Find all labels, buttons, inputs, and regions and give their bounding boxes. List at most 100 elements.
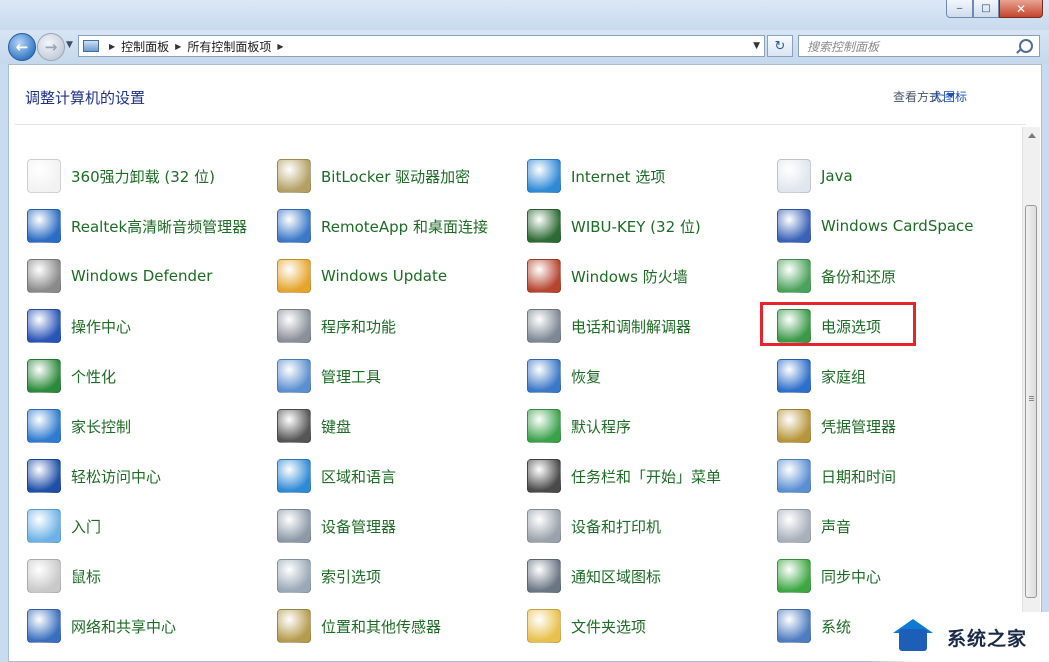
control-panel-item[interactable]: 设备管理器 (277, 506, 396, 546)
watermark-text: 系统之家 (947, 627, 1028, 650)
control-panel-item[interactable]: 键盘 (277, 406, 351, 446)
control-panel-item[interactable]: 管理工具 (277, 356, 381, 396)
audio-manager-icon (27, 209, 61, 243)
close-button[interactable]: ✕ (999, 0, 1043, 18)
control-panel-item[interactable]: RemoteApp 和桌面连接 (277, 206, 488, 246)
item-label: 位置和其他传感器 (321, 617, 442, 636)
breadcrumb-arrow-icon[interactable]: ▶ (175, 42, 181, 51)
control-panel-item[interactable]: 位置和其他传感器 (277, 606, 441, 646)
item-label: 凭据管理器 (821, 417, 897, 436)
refresh-button[interactable]: ↻ (767, 35, 793, 57)
breadcrumb-arrow-icon[interactable]: ▶ (277, 42, 283, 51)
control-panel-item[interactable]: BitLocker 驱动器加密 (277, 156, 470, 196)
location-sensor-icon (277, 609, 311, 643)
control-panel-item[interactable]: 同步中心 (777, 556, 881, 596)
item-label: 鼠标 (71, 567, 102, 586)
control-panel-item[interactable]: 备份和还原 (777, 256, 896, 296)
getting-started-icon (27, 509, 61, 543)
control-panel-item[interactable]: 网络和共享中心 (27, 606, 176, 646)
control-panel-item[interactable]: Realtek高清晰音频管理器 (27, 206, 247, 246)
forward-button[interactable]: → (37, 33, 65, 61)
vertical-scrollbar[interactable] (1022, 127, 1040, 661)
control-panel-item[interactable]: 家长控制 (27, 406, 131, 446)
control-panel-item[interactable]: WIBU-KEY (32 位) (527, 206, 701, 246)
control-panel-item[interactable]: 系统 (777, 606, 851, 646)
breadcrumb-arrow-icon[interactable]: ▶ (109, 42, 115, 51)
control-panel-item[interactable]: 默认程序 (527, 406, 631, 446)
search-icon[interactable] (1019, 39, 1033, 53)
sync-center-icon (777, 559, 811, 593)
backup-restore-icon (777, 259, 811, 293)
item-label: 系统 (821, 617, 852, 636)
control-panel-item[interactable]: 任务栏和「开始」菜单 (527, 456, 721, 496)
navigation-bar: ← → ▼ ▶ 控制面板 ▶ 所有控制面板项 ▶ ▼ ↻ 搜索控制面板 (0, 30, 1049, 64)
control-panel-item[interactable]: 鼠标 (27, 556, 101, 596)
maximize-button[interactable]: □ (973, 0, 999, 18)
back-button[interactable]: ← (8, 33, 36, 61)
item-label: 声音 (821, 517, 852, 536)
item-label: Realtek高清晰音频管理器 (71, 217, 248, 236)
recovery-icon (527, 359, 561, 393)
item-label: Windows Update (321, 267, 448, 285)
device-manager-icon (277, 509, 311, 543)
control-panel-item[interactable]: Internet 选项 (527, 156, 665, 196)
network-icon (27, 609, 61, 643)
control-panel-item[interactable]: 索引选项 (277, 556, 381, 596)
parental-controls-icon (27, 409, 61, 443)
control-panel-item[interactable]: 凭据管理器 (777, 406, 896, 446)
item-label: 网络和共享中心 (71, 617, 177, 636)
admin-tools-icon (277, 359, 311, 393)
item-label: Windows 防火墙 (571, 267, 688, 286)
control-panel-item[interactable]: Windows CardSpace (777, 206, 974, 246)
address-dropdown-icon[interactable]: ▼ (753, 41, 760, 51)
internet-globe-icon (527, 159, 561, 193)
control-panel-item[interactable]: 通知区域图标 (527, 556, 661, 596)
control-panel-item[interactable]: 恢复 (527, 356, 601, 396)
control-panel-item[interactable]: 入门 (27, 506, 101, 546)
indexing-icon (277, 559, 311, 593)
minimize-button[interactable]: ‒ (946, 0, 973, 18)
history-dropdown-icon[interactable]: ▼ (66, 40, 73, 50)
breadcrumb-control-panel[interactable]: 控制面板 (121, 38, 169, 55)
ease-of-access-icon (27, 459, 61, 493)
scroll-up-button[interactable] (1023, 127, 1040, 144)
control-panel-item[interactable]: Windows Defender (27, 256, 212, 296)
control-panel-icon (83, 40, 99, 52)
control-panel-item[interactable]: 电话和调制解调器 (527, 306, 691, 346)
notification-icon (527, 559, 561, 593)
control-panel-item[interactable]: Windows 防火墙 (527, 256, 688, 296)
item-label: WIBU-KEY (32 位) (571, 217, 701, 236)
item-label: 文件夹选项 (571, 617, 647, 636)
taskbar-icon (527, 459, 561, 493)
item-label: 个性化 (71, 367, 117, 386)
address-bar[interactable]: ▶ 控制面板 ▶ 所有控制面板项 ▶ ▼ (78, 35, 765, 57)
control-panel-item[interactable]: Windows Update (277, 256, 447, 296)
control-panel-item[interactable]: 家庭组 (777, 356, 866, 396)
chevron-down-icon[interactable] (947, 93, 955, 98)
keyboard-icon (277, 409, 311, 443)
control-panel-item[interactable]: 个性化 (27, 356, 116, 396)
region-globe-icon (277, 459, 311, 493)
control-panel-item[interactable]: 日期和时间 (777, 456, 896, 496)
control-panel-item[interactable]: 操作中心 (27, 306, 131, 346)
item-label: 家庭组 (821, 367, 867, 386)
control-panel-item[interactable]: 360强力卸载 (32 位) (27, 156, 215, 196)
item-label: RemoteApp 和桌面连接 (321, 217, 488, 236)
search-placeholder: 搜索控制面板 (807, 39, 880, 54)
control-panel-item[interactable]: Java (777, 156, 853, 196)
item-label: Windows Defender (71, 267, 213, 285)
control-panel-item[interactable]: 轻松访问中心 (27, 456, 161, 496)
scroll-thumb[interactable] (1025, 205, 1037, 598)
title-bar: ‒ □ ✕ (0, 0, 1049, 30)
control-panel-item[interactable]: 程序和功能 (277, 306, 396, 346)
control-panel-item[interactable]: 文件夹选项 (527, 606, 646, 646)
window-controls: ‒ □ ✕ (946, 0, 1043, 18)
item-label: Java (821, 167, 853, 185)
windows-update-icon (277, 259, 311, 293)
control-panel-item[interactable]: 设备和打印机 (527, 506, 661, 546)
breadcrumb-all-items[interactable]: 所有控制面板项 (187, 38, 271, 55)
search-input[interactable]: 搜索控制面板 (798, 35, 1040, 57)
control-panel-item[interactable]: 区域和语言 (277, 456, 396, 496)
control-panel-item[interactable]: 声音 (777, 506, 851, 546)
remoteapp-icon (277, 209, 311, 243)
